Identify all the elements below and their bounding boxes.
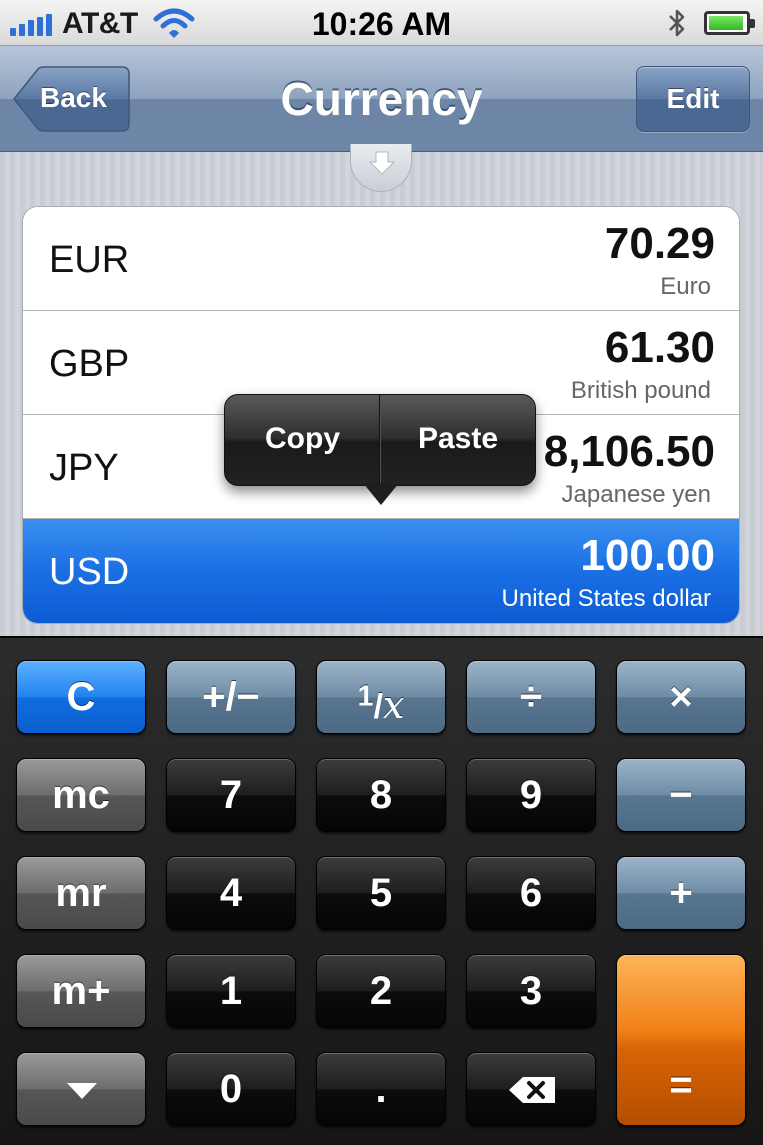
currency-code: GBP — [49, 343, 130, 385]
digit-7-button[interactable]: 7 — [166, 758, 296, 832]
digit-6-button[interactable]: 6 — [466, 856, 596, 930]
memory-clear-button[interactable]: mc — [16, 758, 146, 832]
reciprocal-numerator: 1 — [357, 681, 374, 713]
currency-name: British pound — [570, 377, 711, 404]
memory-recall-button[interactable]: mr — [16, 856, 146, 930]
bluetooth-icon — [669, 9, 685, 37]
reciprocal-label: 1/x — [357, 681, 405, 728]
decimal-button[interactable]: . — [316, 1052, 446, 1126]
wifi-icon — [153, 8, 195, 38]
status-bar: AT&T 10:26 AM — [0, 0, 763, 46]
copy-button[interactable]: Copy — [225, 395, 380, 485]
calculator-keypad: C +/− 1/x ÷ × mc 7 8 9 − mr 4 5 6 + m+ 1… — [0, 636, 763, 1145]
digit-0-button[interactable]: 0 — [166, 1052, 296, 1126]
currency-value: 70.29 — [604, 219, 715, 268]
multiply-button[interactable]: × — [616, 660, 746, 734]
hide-keypad-button[interactable] — [16, 1052, 146, 1126]
menu-pointer — [363, 483, 399, 505]
digit-4-button[interactable]: 4 — [166, 856, 296, 930]
currency-value: 100.00 — [580, 531, 715, 580]
copy-paste-menu: Copy Paste — [224, 394, 536, 505]
minus-button[interactable]: − — [616, 758, 746, 832]
digit-9-button[interactable]: 9 — [466, 758, 596, 832]
digit-8-button[interactable]: 8 — [316, 758, 446, 832]
backspace-icon — [509, 1077, 555, 1103]
paste-button[interactable]: Paste — [381, 395, 535, 485]
currency-name: United States dollar — [501, 585, 711, 612]
currency-code: EUR — [49, 239, 130, 281]
carrier-label: AT&T — [62, 7, 138, 40]
currency-name: Japanese yen — [561, 481, 711, 508]
currency-row-eur[interactable]: EUR 70.29 Euro — [23, 207, 739, 311]
navigation-bar: Back Currency Edit — [0, 46, 763, 152]
edit-button[interactable]: Edit — [636, 66, 750, 132]
memory-add-button[interactable]: m+ — [16, 954, 146, 1028]
clear-button[interactable]: C — [16, 660, 146, 734]
signal-icon — [10, 14, 52, 36]
arrow-down-icon — [368, 151, 396, 175]
currency-row-usd[interactable]: USD 100.00 United States dollar — [23, 519, 739, 623]
battery-icon — [704, 11, 755, 35]
currency-code: USD — [49, 551, 130, 593]
triangle-down-icon — [67, 1083, 97, 1099]
digit-1-button[interactable]: 1 — [166, 954, 296, 1028]
currency-name: Euro — [660, 273, 711, 300]
backspace-button[interactable] — [466, 1052, 596, 1126]
pull-down-handle[interactable] — [350, 144, 412, 192]
divide-button[interactable]: ÷ — [466, 660, 596, 734]
currency-value: 8,106.50 — [543, 427, 715, 476]
currency-value: 61.30 — [604, 323, 715, 372]
equals-button[interactable]: = — [616, 954, 746, 1126]
currency-code: JPY — [49, 447, 119, 489]
battery-fill — [709, 16, 744, 30]
sign-toggle-button[interactable]: +/− — [166, 660, 296, 734]
reciprocal-button[interactable]: 1/x — [316, 660, 446, 734]
digit-5-button[interactable]: 5 — [316, 856, 446, 930]
plus-button[interactable]: + — [616, 856, 746, 930]
reciprocal-denominator: x — [382, 683, 405, 728]
digit-2-button[interactable]: 2 — [316, 954, 446, 1028]
digit-3-button[interactable]: 3 — [466, 954, 596, 1028]
